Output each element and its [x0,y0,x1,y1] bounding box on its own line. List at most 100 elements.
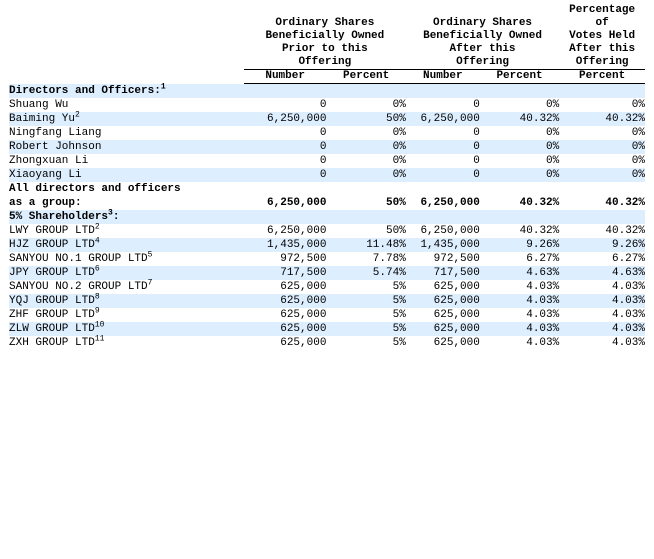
row-label-line: as a group: [9,197,82,209]
cell-number-after: 717,500 [405,266,480,280]
header-line: Offering [298,56,352,68]
row-label: Xiaoyang Li [9,168,244,182]
cell-percent-after: 9.26% [479,238,560,252]
header-line: Percentage [569,4,636,16]
cell-number-after: 625,000 [405,322,480,336]
table-row: SANYOU NO.1 GROUP LTD5 972,500 7.78% 972… [9,250,645,266]
footnote-marker: 2 [94,222,100,232]
row-label: Ningfang Liang [9,126,244,140]
row-label-line: All directors and officers [9,183,181,195]
cell-percent-after: 4.03% [479,294,560,308]
cell-percent-prior: 5% [326,294,406,308]
cell-percent-prior: 0% [326,98,406,112]
table-row: HJZ GROUP LTD4 1,435,000 11.48% 1,435,00… [9,236,645,252]
header-group-prior-offering: Ordinary Shares Beneficially Owned Prior… [243,4,406,70]
cell-percent-prior: 5% [326,280,406,294]
subheader-number-after: Number [405,69,480,84]
cell-percent-votes: 4.03% [559,308,645,322]
footnote-marker: 8 [94,292,100,302]
table-row: Shuang Wu 0 0% 0 0% 0% [9,98,645,112]
row-label: Robert Johnson [9,140,244,154]
cell-percent-votes: 0% [559,98,645,112]
cell-number-prior: 0 [243,154,327,168]
section-title-directors: Directors and Officers:1 [9,83,645,98]
cell-percent-votes: 0% [559,140,645,154]
cell-percent-after: 0% [479,98,560,112]
cell-percent-votes: 0% [559,126,645,140]
row-label: Shuang Wu [9,98,244,112]
row-label-text: ZLW GROUP LTD [9,323,95,335]
footnote-marker: 2 [75,110,80,120]
row-label: SANYOU NO.2 GROUP LTD7 [9,279,244,294]
header-line: Prior to this [281,43,368,55]
row-label: HJZ GROUP LTD4 [9,236,244,252]
header-line: Beneficially Owned [265,30,385,42]
row-label-text: ZHF GROUP LTD [9,309,95,321]
cell-number-prior: 625,000 [243,336,327,350]
row-label-text: ZXH GROUP LTD [9,337,95,349]
cell-number-prior: 625,000 [243,308,327,322]
cell-percent-votes: 40.32% [559,112,645,126]
cell-number-after: 0 [405,98,480,112]
cell-number-prior: 6,250,000 [243,182,327,210]
row-label: LWY GROUP LTD2 [9,222,244,238]
cell-number-prior: 625,000 [243,280,327,294]
cell-percent-prior: 11.48% [326,238,406,252]
section-title-text: 5% Shareholders [9,211,109,223]
cell-number-prior: 625,000 [243,322,327,336]
cell-number-after: 0 [405,140,480,154]
footnote-marker: 4 [94,236,100,246]
header-line: Beneficially Owned [423,30,542,42]
cell-number-after: 972,500 [405,252,480,266]
cell-number-prior: 717,500 [243,266,327,280]
subheader-percent-votes: Percent [559,69,645,84]
cell-number-prior: 6,250,000 [243,224,327,238]
footnote-marker: 9 [94,306,100,316]
table-row: ZXH GROUP LTD11 625,000 5% 625,000 4.03%… [9,335,645,350]
cell-number-prior: 0 [243,98,327,112]
cell-number-after: 0 [405,154,480,168]
row-label-text: JPY GROUP LTD [9,267,95,279]
cell-percent-after: 4.03% [479,280,560,294]
row-label: ZLW GROUP LTD10 [9,320,244,336]
table-row-group-total: All directors and officers as a group: 6… [9,182,645,210]
cell-percent-prior: 7.78% [326,252,406,266]
cell-number-prior: 0 [243,126,327,140]
footnote-marker: 10 [94,320,105,330]
header-line: of [595,17,609,29]
footnote-marker: 6 [94,264,100,274]
table-row: Xiaoyang Li 0 0% 0 0% 0% [9,168,645,182]
table-row: SANYOU NO.2 GROUP LTD7 625,000 5% 625,00… [9,279,645,294]
subheader-number-prior: Number [243,69,327,84]
cell-percent-after: 0% [479,126,560,140]
header-line: After this [449,43,516,55]
beneficial-ownership-table-page: Ordinary Shares Beneficially Owned Prior… [0,4,654,559]
row-label: ZXH GROUP LTD11 [9,335,244,350]
cell-percent-prior: 5.74% [326,266,406,280]
row-label-text: Baiming Yu [9,113,76,125]
table-row: JPY GROUP LTD6 717,500 5.74% 717,500 4.6… [9,264,645,280]
row-label-text: HJZ GROUP LTD [9,239,95,251]
cell-percent-prior: 50% [326,224,406,238]
cell-percent-after: 40.32% [479,182,560,210]
cell-percent-votes: 4.03% [559,322,645,336]
cell-number-after: 0 [405,126,480,140]
section-title-suffix: : [112,211,120,223]
subheader-empty-cell [9,70,244,84]
cell-percent-votes: 9.26% [559,238,645,252]
table-row: YQJ GROUP LTD8 625,000 5% 625,000 4.03% … [9,292,645,308]
header-subrow: Number Percent Number Percent Percent [9,69,645,84]
beneficial-ownership-table: Ordinary Shares Beneficially Owned Prior… [9,4,645,350]
section-title-row-shareholders: 5% Shareholders3: [9,209,645,224]
cell-percent-after: 0% [479,140,560,154]
cell-number-prior: 625,000 [243,294,327,308]
row-label: Baiming Yu2 [9,110,244,126]
table-row: Robert Johnson 0 0% 0 0% 0% [9,140,645,154]
cell-number-after: 1,435,000 [405,238,480,252]
cell-percent-votes: 4.03% [559,280,645,294]
footnote-marker: 5 [147,250,153,260]
row-label: JPY GROUP LTD6 [9,264,244,280]
cell-number-after: 6,250,000 [405,182,480,210]
cell-number-after: 625,000 [405,308,480,322]
cell-percent-prior: 0% [326,126,406,140]
